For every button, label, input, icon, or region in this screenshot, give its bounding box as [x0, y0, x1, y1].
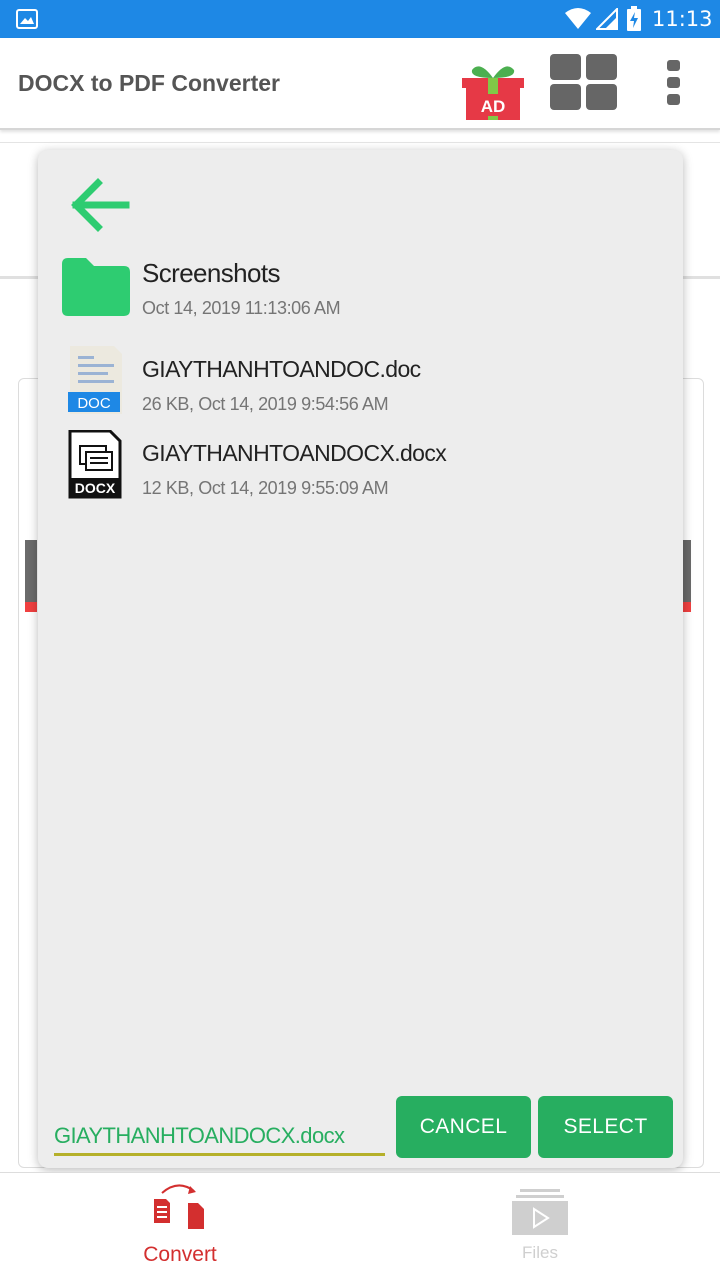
file-name: Screenshots — [142, 258, 281, 288]
bottom-navigation: Convert Files — [0, 1172, 720, 1280]
docx-file-icon: DOCX — [68, 430, 122, 499]
file-name: GIAYTHANHTOANDOCX.docx — [142, 440, 447, 466]
docx-badge-text: DOCX — [75, 480, 116, 496]
gallery-notification-icon — [16, 9, 38, 29]
battery-charging-icon — [627, 6, 641, 31]
ad-gift-icon[interactable]: AD — [458, 58, 528, 122]
background-divider — [0, 142, 720, 143]
background-scroll-indicator — [683, 540, 691, 612]
file-meta: 26 KB, Oct 14, 2019 9:54:56 AM — [142, 394, 389, 414]
convert-icon — [154, 1184, 204, 1229]
select-button[interactable]: SELECT — [538, 1096, 673, 1158]
file-name: GIAYTHANHTOANDOC.doc — [142, 356, 421, 382]
nav-label-convert: Convert — [143, 1243, 217, 1266]
file-list-item[interactable]: DOCX GIAYTHANHTOANDOCX.docx 12 KB, Oct 1… — [38, 430, 683, 510]
file-meta: 12 KB, Oct 14, 2019 9:55:09 AM — [142, 478, 389, 498]
app-bar: DOCX to PDF Converter AD — [0, 38, 720, 130]
signal-icon — [596, 8, 618, 30]
cancel-button[interactable]: CANCEL — [396, 1096, 531, 1158]
wifi-icon — [565, 8, 591, 29]
filename-input[interactable] — [54, 1112, 385, 1156]
background-scroll-indicator — [25, 540, 37, 612]
nav-tab-convert[interactable]: Convert — [120, 1179, 240, 1275]
back-arrow-icon[interactable] — [68, 174, 130, 236]
nav-label-files: Files — [522, 1243, 558, 1262]
doc-file-icon: DOC — [68, 346, 122, 414]
folder-icon — [62, 258, 130, 316]
app-title: DOCX to PDF Converter — [18, 70, 280, 96]
file-picker-dialog: Screenshots Oct 14, 2019 11:13:06 AM DOC… — [38, 150, 683, 1168]
file-list-item[interactable]: Screenshots Oct 14, 2019 11:13:06 AM — [38, 250, 683, 330]
clock: 11:13 — [652, 7, 713, 31]
video-files-icon — [512, 1189, 568, 1235]
more-options-icon[interactable] — [664, 60, 684, 106]
nav-tab-files[interactable]: Files — [480, 1179, 600, 1275]
ad-badge-text: AD — [481, 97, 506, 116]
file-list-item[interactable]: DOC GIAYTHANHTOANDOC.doc 26 KB, Oct 14, … — [38, 346, 683, 426]
grid-view-icon[interactable] — [548, 52, 620, 112]
doc-badge-text: DOC — [77, 395, 111, 412]
file-meta: Oct 14, 2019 11:13:06 AM — [142, 298, 341, 318]
status-bar: 11:13 — [0, 0, 720, 38]
